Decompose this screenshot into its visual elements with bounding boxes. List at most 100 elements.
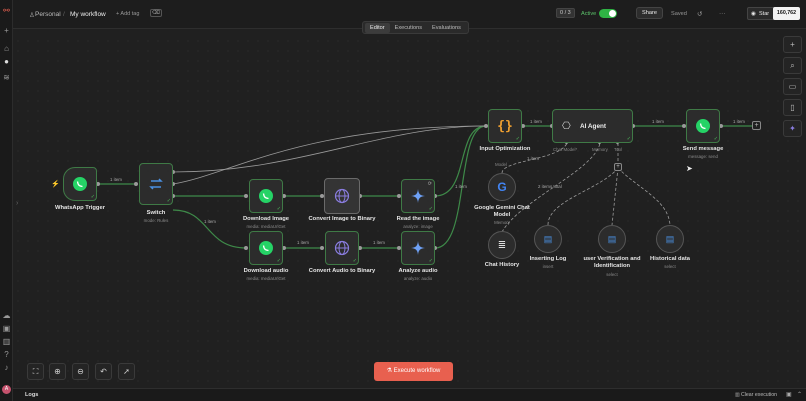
gemini-star-icon — [411, 241, 425, 255]
ai-sparkle-icon[interactable]: ✦ — [783, 120, 802, 137]
collapse-sidebar-icon[interactable]: › — [16, 200, 18, 207]
sub-download-audio: media: mediaUrlGet — [246, 276, 286, 281]
edge-switch-audio — [172, 209, 247, 249]
switch-icon — [149, 178, 163, 190]
trigger-bolt-icon: ⚡ — [51, 181, 60, 188]
label-gemini-1: Google Gemini Chat — [474, 205, 530, 211]
execute-label: Execute workflow — [393, 368, 441, 374]
node-chat-history[interactable]: ≣ — [488, 231, 516, 259]
sheet-db-icon: ▤ — [607, 233, 617, 244]
label-historical-data: Historical data — [650, 256, 690, 262]
add-node-panel-button[interactable]: + — [783, 36, 802, 53]
label-inserting-log: Inserting Log — [529, 256, 567, 262]
edge-label: 1 item — [373, 240, 385, 245]
google-icon: G — [497, 180, 507, 194]
execute-workflow-button[interactable]: ⚗ Execute workflow — [374, 362, 453, 381]
edge-label: 1 item — [455, 184, 467, 189]
label-download-image: Download Image — [242, 216, 290, 222]
globe-icon — [334, 240, 350, 256]
edge-label: 1 item — [297, 240, 309, 245]
node-analyze-audio[interactable]: ✓ — [401, 231, 435, 265]
add-node-button[interactable]: + — [752, 121, 761, 130]
edge-tool-log — [547, 167, 619, 226]
zoom-out-icon[interactable]: ⊖ — [72, 363, 89, 380]
edge-tool-verify — [611, 167, 619, 226]
edge-label: 1 item — [527, 156, 539, 161]
tidy-up-icon[interactable]: ➚ — [118, 363, 135, 380]
sub-user-verification: select — [606, 272, 618, 277]
port-chat-model: Chat Model* — [553, 147, 578, 152]
zoom-in-icon[interactable]: ⊕ — [49, 363, 66, 380]
label-ai-agent: AI Agent — [580, 123, 607, 130]
node-input-optimization[interactable]: {} ✓ — [488, 109, 522, 143]
search-icon[interactable]: ⌕ — [783, 57, 802, 74]
label-gemini-2: Model — [493, 212, 511, 218]
node-user-verification[interactable]: ▤ — [598, 225, 626, 253]
label-analyze-audio: Analyze audio — [398, 268, 438, 274]
popout-icon[interactable]: ▣ — [786, 391, 792, 398]
label-convert-audio: Convert Audio to Binary — [308, 268, 376, 274]
node-download-audio[interactable]: ✓ — [249, 231, 283, 265]
node-inserting-log[interactable]: ▤ — [534, 225, 562, 253]
whatsapp-icon — [73, 177, 87, 191]
sub-switch: mode: Rules — [143, 218, 169, 223]
edge-switch-input — [172, 125, 487, 173]
node-convert-audio[interactable]: ✓ — [325, 231, 359, 265]
edge-label: 1 item — [110, 177, 122, 182]
node-convert-image[interactable] — [324, 178, 360, 214]
undo-icon[interactable]: ↶ — [95, 363, 112, 380]
database-icon: ≣ — [497, 239, 507, 251]
node-ai-agent[interactable]: ⎔ AI Agent ✓ — [552, 109, 633, 143]
label-user-verification-1: user Verification and — [583, 256, 641, 262]
edge-label: 1 item — [204, 219, 216, 224]
mouse-cursor: ➤ — [686, 164, 693, 173]
chevron-up-icon[interactable]: ⌃ — [797, 391, 802, 398]
whatsapp-icon — [696, 119, 710, 133]
globe-icon — [334, 188, 350, 204]
label-send-message: Send message — [682, 146, 724, 152]
label-download-audio: Download audio — [243, 268, 289, 274]
sub-historical-data: select — [664, 264, 676, 269]
edge-switch-input-2 — [172, 125, 487, 185]
node-gemini-chat-model[interactable]: G — [488, 173, 516, 201]
node-read-image[interactable]: ⟳ ✓ — [401, 179, 435, 213]
edge-label: 1 item — [733, 119, 745, 124]
edge-label: 1 item — [530, 119, 542, 124]
flask-icon: ⚗ — [386, 368, 394, 374]
sticky-note-icon[interactable]: ▭ — [783, 78, 802, 95]
sub-analyze-audio: analyze: audio — [403, 276, 433, 281]
code-braces-icon: {} — [497, 118, 513, 134]
edge-label: 1 item — [652, 119, 664, 124]
node-send-message[interactable]: ✓ — [686, 109, 720, 143]
whatsapp-icon — [259, 241, 273, 255]
node-whatsapp-trigger[interactable]: ✓ — [63, 167, 97, 201]
app-root: ⚯ + ⌂ ● ≋ ☁ ▣ ▥ ? ♪ A ♙ Personal / My wo… — [0, 0, 806, 401]
node-download-image[interactable]: ✓ — [249, 179, 283, 213]
label-read-image: Read the image — [396, 216, 440, 222]
sub-read-image: analyze: image — [403, 224, 433, 229]
node-switch[interactable]: ✓ — [139, 163, 173, 205]
robot-icon: ⎔ — [562, 121, 571, 132]
label-convert-image: Convert Image to Binary — [308, 216, 376, 222]
fit-view-icon[interactable]: ⛶ — [27, 363, 44, 380]
trash-icon[interactable]: ▥ — [735, 392, 740, 398]
sheet-db-icon: ▤ — [543, 233, 553, 244]
whatsapp-icon — [259, 189, 273, 203]
sub-inserting-log: insert — [542, 264, 554, 269]
add-tool-button[interactable]: + — [614, 163, 622, 171]
clear-execution-button[interactable]: Clear execution — [741, 392, 777, 398]
port-memory: Memory — [592, 147, 608, 152]
label-whatsapp-trigger: WhatsApp Trigger — [55, 205, 105, 211]
edge-tool-historical — [617, 167, 671, 226]
sub-download-image: media: mediaUrlGet — [246, 224, 286, 229]
panel-toggle-icon[interactable]: ▯ — [783, 99, 802, 116]
refresh-icon: ⟳ — [427, 181, 432, 187]
label-user-verification-2: Identification — [593, 263, 631, 269]
sheet-db-icon: ▤ — [665, 233, 675, 244]
node-historical-data[interactable]: ▤ — [656, 225, 684, 253]
logs-bar[interactable]: Logs ▥ Clear execution ▣ ⌃ — [13, 388, 806, 401]
logs-label: Logs — [25, 392, 39, 398]
label-chat-history: Chat History — [484, 262, 520, 268]
port-tool: Tool — [614, 147, 623, 152]
sub-gemini: Memory — [494, 220, 510, 225]
